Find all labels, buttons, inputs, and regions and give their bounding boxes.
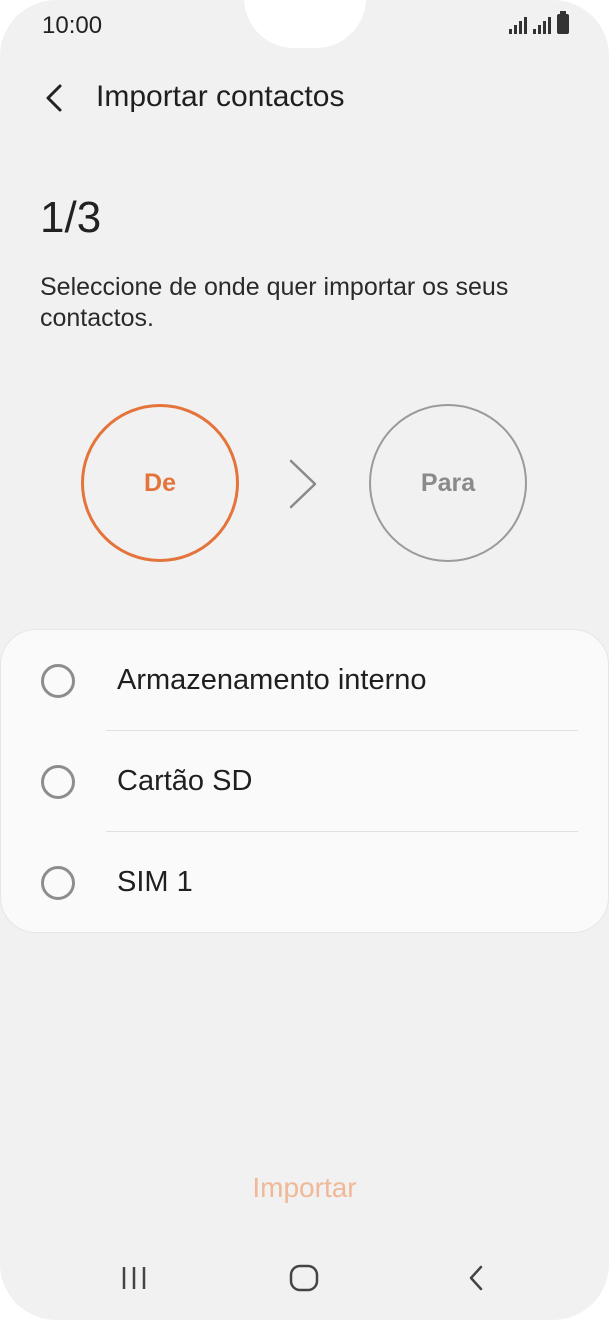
home-button[interactable] xyxy=(274,1256,334,1300)
to-label: Para xyxy=(420,468,476,497)
screen: 10:00 Importar contactos 1/3 Seleccione … xyxy=(0,0,609,1320)
source-option-sim-1[interactable]: SIM 1 xyxy=(1,832,609,933)
back-icon xyxy=(469,1265,483,1291)
to-step-circle: Para xyxy=(369,404,527,562)
source-label: SIM 1 xyxy=(117,866,193,898)
source-label: Armazenamento interno xyxy=(117,664,427,696)
recents-button[interactable] xyxy=(104,1256,164,1300)
page-title: Importar contactos xyxy=(96,80,345,113)
camera-notch xyxy=(244,0,366,48)
import-button[interactable]: Importar xyxy=(0,1172,609,1204)
source-option-sd-card[interactable]: Cartão SD xyxy=(1,731,609,832)
from-label: De xyxy=(144,468,176,497)
radio-button[interactable] xyxy=(41,764,75,799)
status-time: 10:00 xyxy=(42,12,103,39)
chevron-right-icon xyxy=(286,458,320,515)
source-option-internal-storage[interactable]: Armazenamento interno xyxy=(1,630,609,731)
step-indicator: 1/3 xyxy=(40,193,102,242)
instruction-text: Seleccione de onde quer importar os seus… xyxy=(40,273,509,332)
back-button[interactable] xyxy=(34,76,74,120)
source-list: Armazenamento interno Cartão SD SIM 1 xyxy=(0,629,609,933)
nav-back-button[interactable] xyxy=(446,1256,506,1300)
radio-button[interactable] xyxy=(41,865,75,900)
source-label: Cartão SD xyxy=(117,765,253,797)
battery-icon xyxy=(557,11,569,34)
from-step-circle: De xyxy=(81,404,239,562)
chevron-left-icon xyxy=(46,84,62,112)
signal-icon xyxy=(533,14,551,34)
radio-button[interactable] xyxy=(41,663,75,698)
recents-icon xyxy=(122,1267,146,1289)
home-icon xyxy=(289,1264,319,1292)
signal-icon xyxy=(509,14,527,34)
status-icons xyxy=(509,11,569,34)
